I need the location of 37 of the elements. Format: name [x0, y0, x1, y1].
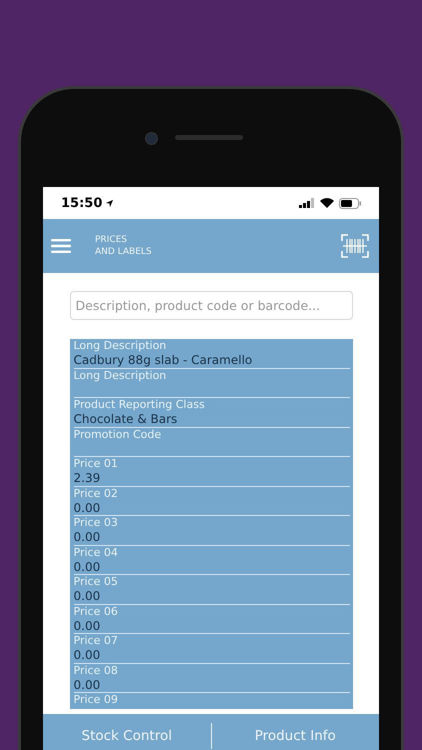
field-value: 2.39 — [74, 471, 102, 485]
field-label: Long Description — [74, 339, 168, 353]
field-value: Chocolate & Bars — [74, 412, 178, 426]
camera-icon — [145, 132, 158, 145]
nav-button[interactable]: Product Info — [212, 714, 379, 750]
field-label: Long Description — [74, 368, 168, 382]
field-value: 0.00 — [74, 500, 102, 514]
status-time: 15:50 — [61, 196, 114, 210]
signal-icon — [299, 198, 315, 208]
menu-icon[interactable] — [51, 239, 71, 253]
battery-icon — [339, 198, 361, 208]
barcode-scan-icon[interactable] — [341, 234, 369, 258]
field-label: Price 07 — [74, 634, 119, 648]
field-label: Price 01 — [74, 457, 119, 471]
field-label: Price 04 — [74, 546, 119, 560]
field-value: 0.00 — [74, 678, 102, 692]
field-value: 0.00 — [74, 648, 102, 662]
location-icon — [105, 198, 114, 208]
wifi-icon — [320, 198, 334, 208]
field-label: Price 03 — [74, 516, 119, 530]
field-value: 0.00 — [74, 589, 102, 603]
field-label: Price 09 — [74, 693, 119, 707]
field-label: Price 05 — [74, 575, 119, 589]
field-value: 0.00 — [74, 530, 102, 544]
field-label: Price 08 — [74, 664, 119, 678]
field-value: 0.00 — [74, 618, 102, 632]
field-label: Price 06 — [74, 604, 119, 618]
nav-button[interactable]: Stock Control — [43, 714, 210, 750]
header-title: PRICES — [95, 234, 128, 246]
field-value: Cadbury 88g slab - Caramello — [74, 353, 254, 367]
field-label: Product Reporting Class — [74, 398, 206, 412]
field-label: Promotion Code — [74, 428, 162, 442]
search-field[interactable]: Description, product code or barcode... — [70, 291, 352, 320]
field-value: 0.00 — [74, 560, 102, 574]
field-label: Price 02 — [74, 486, 119, 500]
header-title: AND LABELS — [95, 246, 153, 258]
speaker-icon — [175, 135, 243, 140]
